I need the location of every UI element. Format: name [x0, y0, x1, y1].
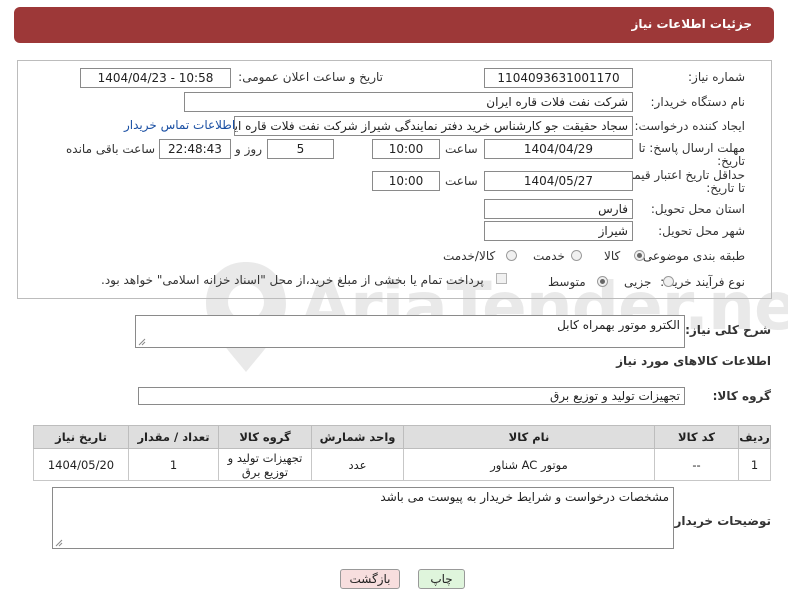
col-header-need-date: تاریخ نیاز [33, 425, 129, 449]
page-title: جزئیات اطلاعات نیاز [631, 17, 752, 31]
province-field: فارس [484, 199, 633, 219]
deadline-time-label: ساعت [445, 142, 478, 156]
process-option-medium: متوسط [548, 275, 586, 289]
category-option-goods-service: کالا/خدمت [443, 249, 496, 263]
goods-section-title: اطلاعات کالاهای مورد نیاز [616, 354, 771, 368]
validity-time-label: ساعت [445, 174, 478, 188]
buyer-notes-text: مشخصات درخواست و شرایط خریدار به پیوست م… [380, 490, 669, 504]
cell-quantity: 1 [128, 448, 219, 481]
goods-table: ردیف کد کالا نام کالا واحد شمارش گروه کا… [33, 425, 771, 481]
table-row: 1 -- موتور AC شناور عدد تجهیزات تولید و … [33, 448, 771, 481]
buyer-notes-textarea: مشخصات درخواست و شرایط خریدار به پیوست م… [52, 487, 674, 549]
buyer-org-label: نام دستگاه خریدار: [650, 95, 746, 109]
goods-group-field: تجهیزات تولید و توزیع برق [138, 387, 685, 405]
price-validity-label-date: تا تاریخ: [706, 181, 745, 195]
buyer-contact-link[interactable]: اطلاعات تماس خریدار [124, 118, 235, 132]
process-radio-medium[interactable] [597, 276, 608, 287]
deadline-date-field: 1404/04/29 [484, 139, 633, 159]
process-radio-minor[interactable] [663, 276, 674, 287]
buyer-org-field: شرکت نفت فلات قاره ایران [184, 92, 633, 112]
page-header: جزئیات اطلاعات نیاز [14, 7, 774, 43]
city-field: شیراز [484, 221, 633, 241]
process-option-minor: جزیی [624, 275, 652, 289]
category-label: طبقه بندی موضوعی: [638, 249, 745, 263]
buyer-notes-label: توضیحات خریدار: [669, 514, 771, 528]
cell-group: تجهیزات تولید و توزیع برق [218, 448, 312, 481]
category-option-service: خدمت [533, 249, 565, 263]
category-radio-goods[interactable] [634, 250, 645, 261]
category-option-goods: کالا [604, 249, 621, 263]
province-label: استان محل تحویل: [650, 202, 745, 216]
deadline-label: مهلت ارسال پاسخ: تا [638, 141, 745, 155]
announce-datetime-label: تاریخ و ساعت اعلان عمومی: [238, 70, 383, 84]
price-validity-label: حداقل تاریخ اعتبار قیمت: [618, 168, 745, 182]
col-header-item-code: کد کالا [654, 425, 739, 449]
col-header-row-number: ردیف [738, 425, 771, 449]
cell-need-date: 1404/05/20 [33, 448, 129, 481]
category-radio-service[interactable] [571, 250, 582, 261]
cell-item-code: -- [654, 448, 739, 481]
need-description-text: الکترو موتور بهمراه کابل [557, 318, 680, 332]
treasury-payment-checkbox[interactable] [496, 273, 507, 284]
remaining-time-label: ساعت باقی مانده [66, 142, 156, 156]
treasury-payment-note: پرداخت تمام یا بخشی از مبلغ خرید،از محل … [101, 273, 484, 287]
category-radio-goods-service[interactable] [506, 250, 517, 261]
print-button[interactable]: چاپ [418, 569, 465, 589]
col-header-quantity: تعداد / مقدار [128, 425, 219, 449]
validity-time-field: 10:00 [372, 171, 440, 191]
days-remaining-field: 5 [267, 139, 334, 159]
table-header-row: ردیف کد کالا نام کالا واحد شمارش گروه کا… [33, 425, 771, 449]
resize-grip-icon[interactable] [138, 338, 146, 346]
remaining-time-field: 22:48:43 [159, 139, 231, 159]
need-description-textarea: الکترو موتور بهمراه کابل [135, 315, 685, 348]
col-header-unit: واحد شمارش [311, 425, 404, 449]
need-description-label: شرح کلی نیاز: [685, 323, 771, 337]
need-number-label: شماره نیاز: [688, 70, 745, 84]
announce-datetime-field: 1404/04/23 - 10:58 [80, 68, 231, 88]
requester-field: سجاد حقیقت جو کارشناس خرید دفتر نمایندگی… [234, 116, 633, 136]
cell-item-name: موتور AC شناور [403, 448, 655, 481]
goods-group-label: گروه کالا: [712, 389, 771, 403]
cell-unit: عدد [311, 448, 404, 481]
resize-grip-icon[interactable] [55, 539, 63, 547]
city-label: شهر محل تحویل: [658, 224, 745, 238]
validity-date-field: 1404/05/27 [484, 171, 633, 191]
need-number-field: 1104093631001170 [484, 68, 633, 88]
col-header-group: گروه کالا [218, 425, 312, 449]
col-header-item-name: نام کالا [403, 425, 655, 449]
deadline-label-date: تاریخ: [717, 154, 745, 168]
requester-label: ایجاد کننده درخواست: [634, 119, 745, 133]
cell-row-number: 1 [738, 448, 771, 481]
days-label: روز و [235, 142, 262, 156]
deadline-time-field: 10:00 [372, 139, 440, 159]
back-button[interactable]: بازگشت [340, 569, 400, 589]
